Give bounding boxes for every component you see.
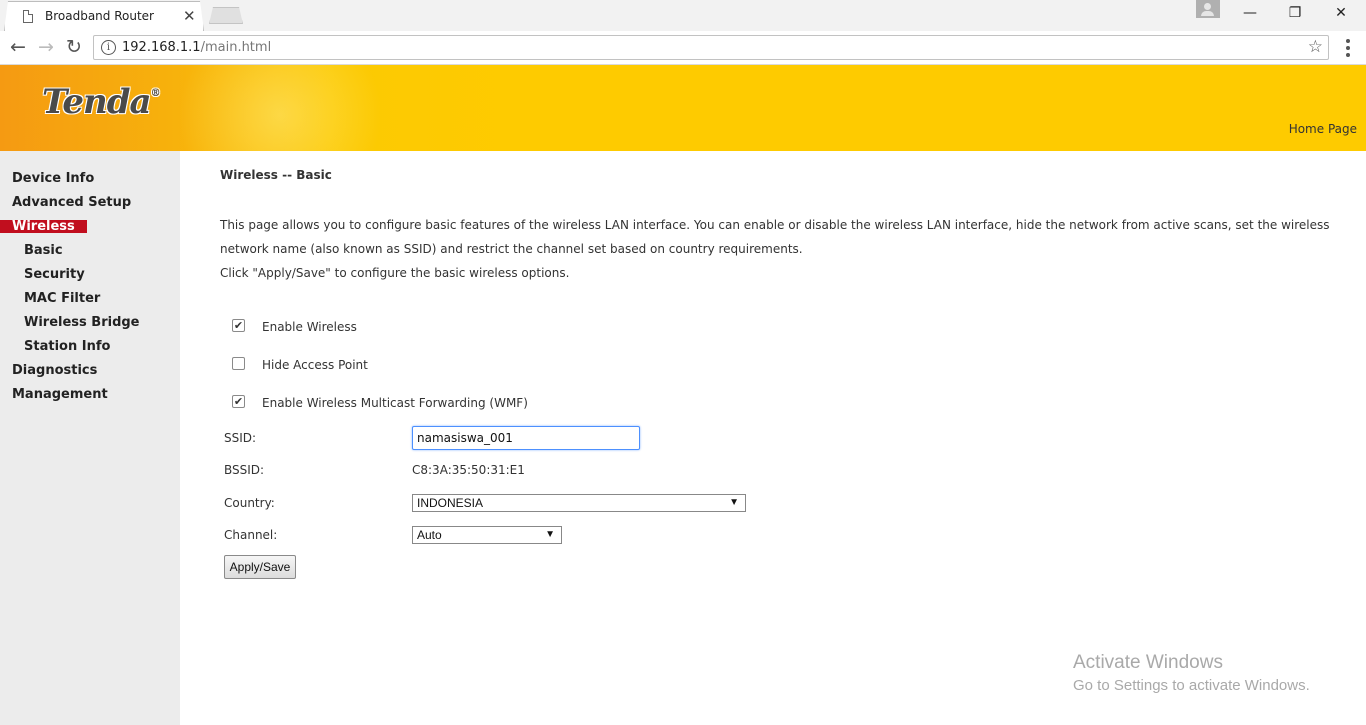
forward-button[interactable]: →	[34, 36, 58, 60]
enable-wmf-checkbox[interactable]: ✔	[232, 395, 245, 408]
activate-windows-subtitle: Go to Settings to activate Windows.	[1073, 677, 1310, 694]
tenda-logo: Tenda®	[42, 82, 161, 122]
browser-tab[interactable]: Broadband Router ✕	[4, 1, 204, 31]
home-page-link[interactable]: Home Page	[1289, 122, 1357, 136]
restore-button[interactable]: ❐	[1275, 0, 1315, 28]
router-banner: Tenda® Home Page	[0, 65, 1366, 151]
sidebar-item-advanced-setup[interactable]: Advanced Setup	[12, 194, 131, 212]
sidebar-item-diagnostics[interactable]: Diagnostics	[12, 362, 97, 380]
sidebar-item-device-info[interactable]: Device Info	[12, 170, 94, 188]
page-title: Wireless -- Basic	[220, 168, 332, 182]
main-content: Wireless -- Basic This page allows you t…	[180, 151, 1366, 725]
ssid-label: SSID:	[224, 431, 257, 445]
page-description: This page allows you to configure basic …	[220, 213, 1330, 285]
page-icon	[23, 10, 33, 23]
url-path: /main.html	[200, 40, 272, 55]
back-button[interactable]: ←	[6, 36, 30, 60]
url-host: 192.168.1.1	[122, 40, 201, 55]
dropdown-arrow-icon: ▼	[545, 529, 555, 540]
country-label: Country:	[224, 496, 275, 510]
hide-access-point-checkbox[interactable]	[232, 357, 245, 370]
address-bar[interactable]: i 192.168.1.1/main.html ☆	[93, 35, 1329, 60]
apply-save-button[interactable]: Apply/Save	[224, 555, 296, 579]
sidebar-item-wireless-bridge[interactable]: Wireless Bridge	[24, 314, 140, 332]
tab-title: Broadband Router	[45, 9, 154, 23]
country-selected-value: INDONESIA	[417, 496, 484, 510]
channel-select[interactable]: Auto ▼	[412, 526, 562, 544]
sidebar-nav: Device Info Advanced Setup Wireless Basi…	[0, 151, 180, 725]
info-icon[interactable]: i	[101, 40, 116, 55]
bssid-value: C8:3A:35:50:31:E1	[412, 463, 525, 477]
channel-label: Channel:	[224, 528, 278, 542]
description-text: This page allows you to configure basic …	[220, 218, 1330, 256]
logo-registered-mark: ®	[150, 88, 161, 99]
activate-windows-title: Activate Windows	[1073, 652, 1223, 673]
description-instruction: Click "Apply/Save" to configure the basi…	[220, 266, 570, 280]
sidebar-item-station-info[interactable]: Station Info	[24, 338, 110, 356]
bssid-label: BSSID:	[224, 463, 265, 477]
enable-wireless-checkbox[interactable]: ✔	[232, 319, 245, 332]
country-select[interactable]: INDONESIA ▼	[412, 494, 746, 512]
logo-text: Tenda	[42, 82, 152, 122]
hide-access-point-label: Hide Access Point	[262, 358, 368, 372]
browser-titlebar: Broadband Router ✕ — ❐ ✕	[0, 0, 1366, 31]
browser-menu-icon[interactable]	[1343, 38, 1353, 58]
sidebar-item-management[interactable]: Management	[12, 386, 108, 404]
channel-selected-value: Auto	[417, 528, 442, 542]
browser-toolbar: ← → ↻ i 192.168.1.1/main.html ☆	[0, 31, 1366, 65]
ssid-input[interactable]	[412, 426, 640, 450]
tab-close-icon[interactable]: ✕	[183, 7, 196, 25]
url-text[interactable]: 192.168.1.1/main.html	[122, 40, 271, 55]
new-tab-button[interactable]	[209, 7, 243, 24]
sidebar-item-security[interactable]: Security	[24, 266, 85, 284]
bookmark-star-icon[interactable]: ☆	[1308, 37, 1323, 57]
enable-wmf-label: Enable Wireless Multicast Forwarding (WM…	[262, 396, 528, 410]
sidebar-item-wireless[interactable]: Wireless	[0, 220, 87, 233]
enable-wireless-label: Enable Wireless	[262, 320, 357, 334]
reload-button[interactable]: ↻	[62, 36, 86, 60]
close-window-button[interactable]: ✕	[1321, 0, 1361, 28]
banner-glow	[170, 65, 390, 151]
minimize-button[interactable]: —	[1230, 0, 1270, 28]
sidebar-item-mac-filter[interactable]: MAC Filter	[24, 290, 100, 308]
profile-icon[interactable]	[1196, 0, 1220, 18]
sidebar-item-basic[interactable]: Basic	[24, 242, 63, 260]
dropdown-arrow-icon: ▼	[729, 497, 739, 508]
